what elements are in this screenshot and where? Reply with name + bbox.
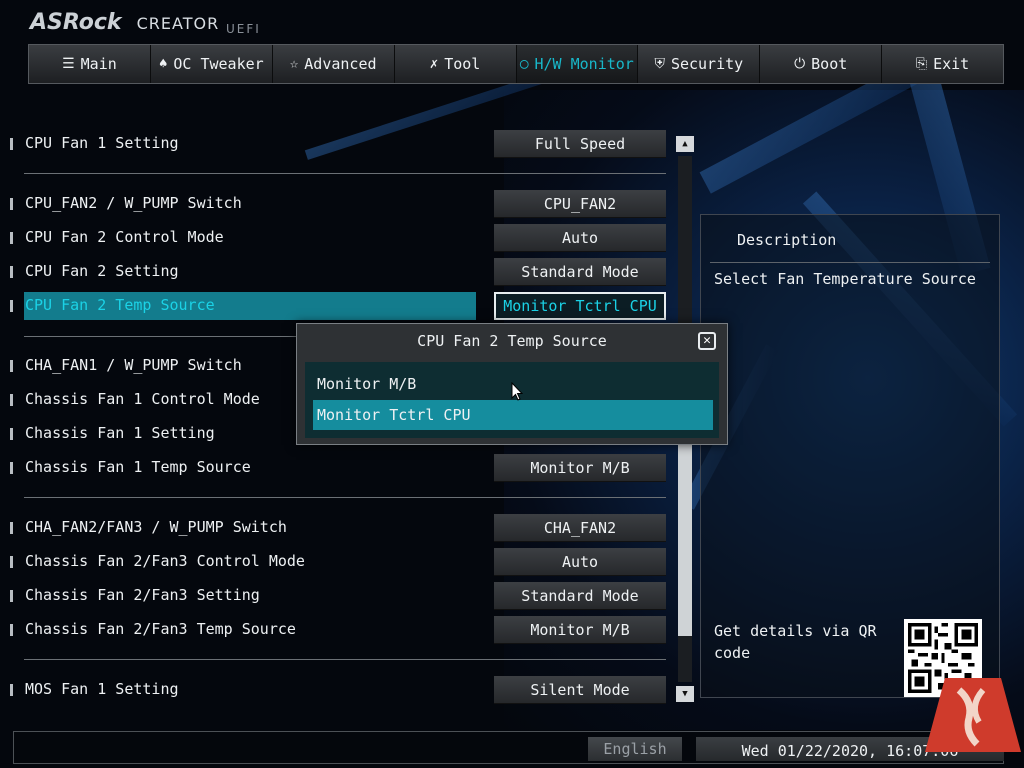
tab-oc-tweaker[interactable]: ♠ OC Tweaker: [151, 45, 273, 83]
setting-row[interactable]: CPU Fan 2 Setting Standard Mode: [10, 258, 666, 286]
tab-label: Security: [670, 55, 744, 73]
description-title: Description: [737, 231, 837, 249]
tab-exit[interactable]: ⎘ Exit: [882, 45, 1003, 83]
brand-name: ASRock: [30, 10, 122, 35]
setting-label: Chassis Fan 2/Fan3 Setting: [25, 586, 260, 604]
setting-row[interactable]: Chassis Fan 2/Fan3 Temp Source Monitor M…: [10, 616, 666, 644]
tab-hw-monitor[interactable]: ◯ H/W Monitor: [516, 45, 639, 83]
setting-row[interactable]: CPU Fan 1 Setting Full Speed: [10, 130, 666, 158]
tab-label: Tool: [444, 55, 481, 73]
tab-label: Advanced: [304, 55, 377, 73]
star-icon: ☆: [289, 56, 299, 72]
popup-title: CPU Fan 2 Temp Source: [417, 332, 607, 350]
language-button[interactable]: English: [588, 737, 682, 761]
popup-option-selected[interactable]: Monitor Tctrl CPU: [313, 400, 713, 430]
setting-label: Chassis Fan 2/Fan3 Control Mode: [25, 552, 305, 570]
setting-label: CHA_FAN2/FAN3 / W_PUMP Switch: [25, 518, 287, 536]
setting-row[interactable]: CPU Fan 2 Control Mode Auto: [10, 224, 666, 252]
tab-boot[interactable]: ⏻ Boot: [760, 45, 883, 83]
setting-row[interactable]: CPU_FAN2 / W_PUMP Switch CPU_FAN2: [10, 190, 666, 218]
shield-icon: ⛨: [654, 56, 665, 72]
setting-label: CPU Fan 1 Setting: [25, 134, 179, 152]
setting-value-button[interactable]: Full Speed: [494, 130, 666, 158]
setting-value-button[interactable]: Monitor M/B: [494, 454, 666, 482]
setting-value-button[interactable]: Silent Mode: [494, 676, 666, 704]
setting-label: Chassis Fan 1 Temp Source: [25, 458, 251, 476]
tab-label: Main: [80, 55, 117, 73]
main-tab-bar: ☰ Main ♠ OC Tweaker ☆ Advanced ✗ Tool ◯ …: [28, 44, 1004, 84]
close-icon[interactable]: ✕: [698, 332, 716, 350]
tab-label: Boot: [811, 55, 848, 73]
tab-label: H/W Monitor: [534, 55, 634, 73]
divider: [710, 262, 990, 263]
setting-label: CPU Fan 2 Temp Source: [25, 296, 215, 314]
setting-label: CPU Fan 2 Control Mode: [25, 228, 224, 246]
divider: [24, 659, 666, 660]
tools-icon: ✗: [429, 56, 439, 72]
setting-label: CPU Fan 2 Setting: [25, 262, 179, 280]
rocket-icon: ♠: [158, 56, 168, 72]
setting-row[interactable]: MOS Fan 1 Setting Silent Mode: [10, 676, 666, 704]
setting-value-button[interactable]: Monitor M/B: [494, 616, 666, 644]
setting-value-button[interactable]: CHA_FAN2: [494, 514, 666, 542]
monitor-icon: ◯: [520, 56, 529, 72]
tab-label: Exit: [933, 55, 970, 73]
setting-row-selected[interactable]: CPU Fan 2 Temp Source Monitor Tctrl CPU: [10, 292, 666, 320]
tab-security[interactable]: ⛨ Security: [638, 45, 761, 83]
tab-label: OC Tweaker: [173, 55, 264, 73]
tab-advanced[interactable]: ☆ Advanced: [273, 45, 395, 83]
setting-row[interactable]: Chassis Fan 2/Fan3 Control Mode Auto: [10, 548, 666, 576]
setting-label: CPU_FAN2 / W_PUMP Switch: [25, 194, 242, 212]
setting-value-button[interactable]: Auto: [494, 548, 666, 576]
power-icon: ⏻: [794, 56, 806, 72]
scroll-up-arrow-icon[interactable]: ▲: [676, 136, 694, 152]
tab-tool[interactable]: ✗ Tool: [395, 45, 517, 83]
setting-row[interactable]: Chassis Fan 2/Fan3 Setting Standard Mode: [10, 582, 666, 610]
divider: [24, 173, 666, 174]
setting-value-button[interactable]: Standard Mode: [494, 582, 666, 610]
setting-value-button[interactable]: CPU_FAN2: [494, 190, 666, 218]
setting-label: Chassis Fan 1 Control Mode: [25, 390, 260, 408]
mouse-cursor-icon: [511, 382, 523, 401]
description-text: Select Fan Temperature Source: [714, 270, 976, 288]
asrock-logo: ASRock CREATOR UEFI: [30, 10, 259, 36]
qr-caption: Get details via QR code: [714, 622, 877, 662]
scroll-down-arrow-icon[interactable]: ▼: [676, 686, 694, 702]
setting-value-button[interactable]: Auto: [494, 224, 666, 252]
setting-row[interactable]: Chassis Fan 1 Temp Source Monitor M/B: [10, 454, 666, 482]
firmware-label: UEFI: [226, 22, 261, 36]
setting-row[interactable]: CHA_FAN2/FAN3 / W_PUMP Switch CHA_FAN2: [10, 514, 666, 542]
setting-label: Chassis Fan 2/Fan3 Temp Source: [25, 620, 296, 638]
setting-value-button[interactable]: Standard Mode: [494, 258, 666, 286]
divider: [24, 497, 666, 498]
setting-value-button[interactable]: Monitor Tctrl CPU: [494, 292, 666, 320]
scrollbar-thumb[interactable]: [678, 430, 692, 636]
watermark-logo-icon: [925, 678, 1021, 752]
tab-main[interactable]: ☰ Main: [29, 45, 151, 83]
exit-icon: ⎘: [915, 56, 928, 72]
setting-label: MOS Fan 1 Setting: [25, 680, 179, 698]
product-name: CREATOR: [136, 14, 220, 33]
list-icon: ☰: [62, 56, 75, 72]
setting-label: Chassis Fan 1 Setting: [25, 424, 215, 442]
setting-label: CHA_FAN1 / W_PUMP Switch: [25, 356, 242, 374]
